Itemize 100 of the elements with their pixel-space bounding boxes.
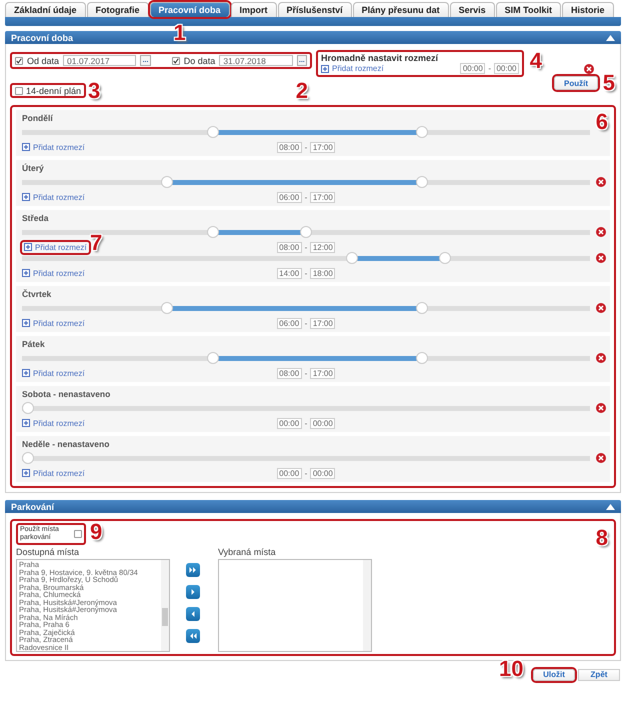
callout-number: 6	[596, 111, 608, 133]
slider-thumb[interactable]	[22, 402, 34, 414]
slider-thumb[interactable]	[161, 176, 173, 188]
tab[interactable]: Servis	[450, 2, 495, 17]
footer-button[interactable]: Zpět	[578, 668, 620, 680]
plus-icon	[321, 64, 329, 72]
tab[interactable]: Plány přesunu dat	[352, 2, 449, 17]
time-field[interactable]: 18:00	[310, 268, 336, 278]
add-range-link[interactable]: Přidat rozmezí	[22, 368, 85, 378]
remove-icon[interactable]	[596, 253, 606, 263]
apply-button[interactable]: Použít	[554, 76, 598, 90]
remove-icon[interactable]	[596, 177, 606, 187]
time-field[interactable]: 17:00	[310, 142, 336, 152]
plus-icon	[22, 319, 30, 327]
time-separator: -	[304, 242, 308, 252]
collapse-icon[interactable]	[606, 504, 615, 510]
time-field[interactable]: 08:00	[276, 242, 302, 252]
remove-icon[interactable]	[584, 64, 594, 74]
add-range-link[interactable]: Přidat rozmezí	[22, 418, 85, 428]
add-range-link[interactable]: Přidat rozmezí	[321, 64, 384, 73]
move-button[interactable]	[186, 607, 200, 621]
time-field[interactable]: 12:00	[310, 242, 336, 252]
add-range-link[interactable]: Přidat rozmezí	[22, 318, 85, 328]
slider-thumb[interactable]	[207, 352, 220, 364]
time-field[interactable]: 08:00	[276, 368, 302, 378]
slider-thumb[interactable]	[207, 126, 220, 138]
move-button[interactable]	[186, 563, 200, 577]
plan-option[interactable]: 14-denní plán	[10, 83, 86, 98]
checkbox[interactable]	[74, 530, 82, 538]
time-field[interactable]: 00:00	[310, 468, 336, 478]
tab[interactable]: SIM Toolkit	[496, 2, 561, 17]
day-name: Pátek	[22, 339, 45, 350]
time-separator: -	[304, 318, 308, 328]
time-field[interactable]: 00:00	[310, 418, 336, 428]
list-title: Dostupná místa	[16, 547, 80, 557]
tab[interactable]: Import	[230, 2, 277, 17]
date-field[interactable]: 01.07.2017	[63, 55, 136, 66]
add-range-link[interactable]: Přidat rozmezí	[22, 468, 85, 478]
slider-thumb[interactable]	[439, 252, 451, 264]
bulk-title: Hromadně nastavit rozmezí	[321, 53, 440, 63]
time-field[interactable]: 08:00	[276, 142, 302, 152]
move-button[interactable]	[186, 629, 200, 643]
tab[interactable]: Příslušenství	[278, 2, 352, 17]
add-range-link[interactable]: Přidat rozmezí	[22, 192, 85, 202]
remove-icon[interactable]	[596, 227, 606, 237]
add-range-link[interactable]: Přidat rozmezí	[22, 142, 85, 152]
remove-icon[interactable]	[596, 403, 606, 413]
remove-icon[interactable]	[596, 353, 606, 363]
time-field[interactable]: 00:00	[276, 468, 302, 478]
remove-icon[interactable]	[596, 453, 606, 463]
remove-icon[interactable]	[596, 303, 606, 313]
time-separator: -	[488, 64, 491, 73]
tab[interactable]: Fotografie	[86, 2, 149, 17]
plus-icon	[22, 269, 30, 277]
time-field[interactable]: 00:00	[494, 63, 519, 74]
slider-thumb[interactable]	[346, 252, 358, 264]
plus-icon	[22, 193, 30, 201]
tab[interactable]: Historie	[562, 2, 614, 17]
scrollbar[interactable]	[363, 560, 371, 651]
time-field[interactable]: 00:00	[460, 63, 486, 74]
checkbox[interactable]	[172, 56, 180, 64]
list-title: Vybraná místa	[218, 547, 277, 557]
checkbox[interactable]	[15, 86, 23, 94]
slider-thumb[interactable]	[300, 226, 312, 238]
double-arrow-left-icon	[188, 631, 198, 641]
add-range-link[interactable]: Přidat rozmezí	[22, 242, 89, 252]
slider-thumb[interactable]	[416, 126, 428, 138]
time-separator: -	[304, 468, 308, 478]
slider-thumb[interactable]	[416, 176, 428, 188]
plus-icon	[24, 243, 32, 251]
time-field[interactable]: 06:00	[276, 318, 302, 328]
collapse-icon[interactable]	[606, 34, 615, 40]
slider-thumb[interactable]	[207, 226, 220, 238]
footer-button[interactable]: Uložit	[533, 668, 575, 680]
date-label: Do data	[184, 56, 216, 66]
section-header[interactable]: Parkování	[5, 500, 621, 513]
time-separator: -	[304, 418, 308, 428]
checkbox[interactable]	[15, 56, 23, 64]
slider-thumb[interactable]	[416, 352, 428, 364]
slider-thumb[interactable]	[161, 302, 173, 314]
slider-thumb[interactable]	[22, 452, 34, 464]
slider-thumb[interactable]	[416, 302, 428, 314]
time-field[interactable]: 06:00	[276, 192, 302, 202]
time-field[interactable]: 17:00	[310, 318, 336, 328]
callout-number: 9	[90, 521, 102, 543]
date-label: Od data	[27, 56, 60, 66]
time-field[interactable]: 14:00	[276, 268, 302, 278]
time-field[interactable]: 00:00	[276, 418, 302, 428]
move-button[interactable]	[186, 585, 200, 599]
add-range-link[interactable]: Přidat rozmezí	[22, 268, 85, 278]
plus-icon	[22, 469, 30, 477]
time-field[interactable]: 17:00	[310, 192, 336, 202]
date-field[interactable]: 31.07.2018	[219, 55, 293, 66]
selected-list[interactable]	[218, 559, 372, 652]
tab[interactable]: Pracovní doba	[150, 2, 230, 17]
scrollbar[interactable]	[161, 560, 169, 651]
available-list[interactable]	[16, 559, 170, 652]
double-arrow-right-icon	[188, 565, 198, 575]
time-field[interactable]: 17:00	[310, 368, 336, 378]
tab[interactable]: Základní údaje	[5, 2, 86, 17]
